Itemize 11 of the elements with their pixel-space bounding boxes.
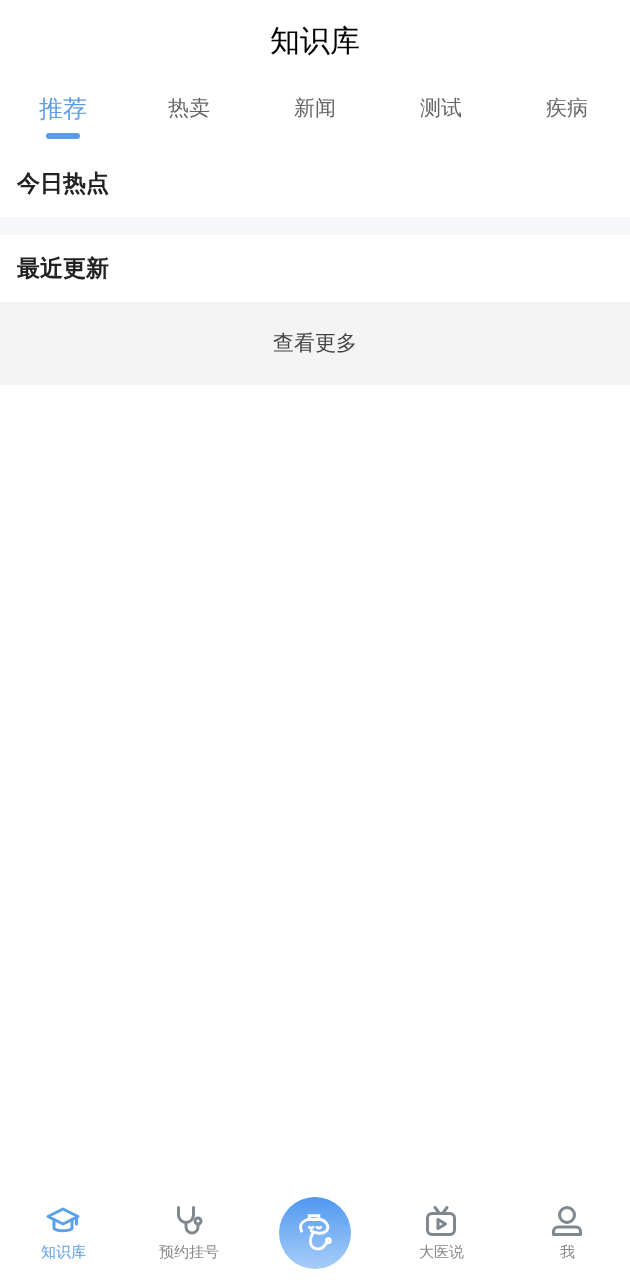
- section-title: 最近更新: [17, 254, 109, 284]
- category-tab[interactable]: 热卖: [126, 80, 252, 150]
- view-more-button[interactable]: 查看更多: [0, 302, 630, 385]
- bottom-nav-tab[interactable]: 大医说: [378, 1202, 504, 1264]
- section-title: 今日热点: [17, 169, 109, 199]
- bottom-nav-tab[interactable]: 我: [504, 1202, 630, 1264]
- category-tab[interactable]: 疾病: [504, 80, 630, 150]
- bottom-nav-tab[interactable]: 预约挂号: [126, 1202, 252, 1264]
- category-tab[interactable]: 新闻: [252, 80, 378, 150]
- page-title: 知识库: [270, 21, 360, 60]
- category-tab[interactable]: 测试: [378, 80, 504, 150]
